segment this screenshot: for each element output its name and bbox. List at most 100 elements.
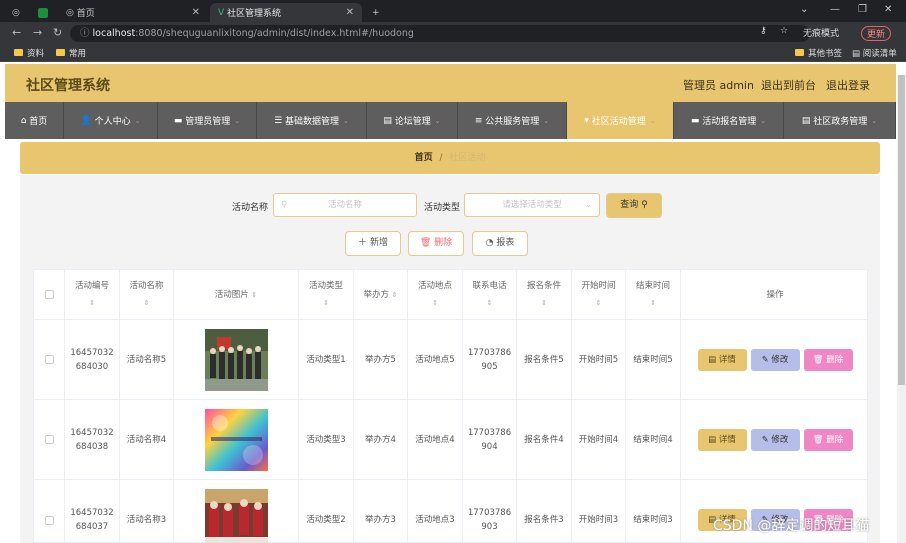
trash-icon: 🗑 (812, 354, 824, 365)
menu-item-home[interactable]: ⌂ 首页 (5, 102, 64, 139)
sort-icon[interactable]: ⇕ (251, 291, 257, 299)
menu-item-activity[interactable]: ▾ 社区活动管理 ⌄ (567, 102, 674, 139)
activity-photo[interactable] (204, 328, 268, 391)
key-icon[interactable]: ⚷ (760, 26, 767, 36)
cell-text: 活动类型2 (306, 515, 346, 525)
col-type[interactable]: 活动类型 ⇕ (299, 270, 354, 319)
url-field[interactable]: ⓘ localhost:8080/shequguanlixitong/admin… (70, 25, 810, 42)
other-bookmarks[interactable]: 其他书签 (795, 47, 842, 59)
col-name[interactable]: 活动名称 ⇕ (120, 270, 174, 319)
menu-item-profile[interactable]: 👤 个人中心 ⌄ (64, 102, 158, 139)
col-id[interactable]: 活动编号 ⇕ (65, 270, 120, 319)
col-end[interactable]: 结束时间 ⇕ (626, 270, 681, 319)
menu-item-affairs[interactable]: ▤ 社区政务管理 ⌄ (784, 102, 896, 139)
detail-button[interactable]: ▤ 详情 (697, 348, 747, 371)
sort-icon[interactable]: ⇕ (144, 296, 150, 310)
row-delete-button[interactable]: 🗑 删除 (803, 348, 853, 371)
sort-icon[interactable]: ⇕ (650, 296, 656, 310)
menu-item-public-service[interactable]: ≡ 公共服务管理 ⌄ (458, 102, 567, 139)
menu-item-base-data[interactable]: ☰ 基础数据管理 ⌄ (257, 102, 367, 139)
bookmark-folder-1[interactable]: 资料 (14, 47, 44, 59)
edit-button[interactable]: ✎ 修改 (750, 348, 800, 371)
col-label: 活动类型 (308, 281, 343, 291)
exit-to-front-link[interactable]: 退出到前台 (761, 77, 816, 93)
activity-name-input[interactable]: ⚲ 活动名称 (273, 193, 417, 217)
sort-icon[interactable]: ⇕ (487, 296, 493, 310)
chrome-icon[interactable]: ◎ (4, 3, 26, 22)
cell-text: 举办方3 (365, 515, 396, 525)
checkbox[interactable] (44, 435, 54, 444)
update-button[interactable]: 更新 (861, 26, 892, 41)
restore-icon[interactable]: ❐ (858, 4, 867, 15)
back-icon[interactable]: ← (12, 26, 21, 39)
menu-item-signup[interactable]: ▬ 活动报名管理 ⌄ (674, 102, 784, 139)
delete-button[interactable]: 🗑 删除 (408, 231, 464, 256)
sheets-icon[interactable] (30, 3, 56, 22)
sort-icon[interactable]: ⇕ (541, 296, 547, 310)
menu-item-admin[interactable]: ▬ 管理员管理 ⌄ (158, 102, 257, 139)
incognito-label[interactable]: 无痕模式 (803, 26, 839, 39)
detail-button[interactable]: ▤ 详情 (697, 428, 747, 451)
doc-icon: ▤ (801, 115, 814, 126)
row-checkbox[interactable] (34, 480, 65, 543)
close-window-icon[interactable]: ✕ (884, 4, 892, 15)
detail-label: 详情 (718, 434, 736, 445)
chevron-down-icon[interactable]: ⌄ (800, 4, 808, 15)
chevron-down-icon: ⌄ (543, 116, 550, 125)
admin-user[interactable]: 管理员 admin (683, 77, 754, 93)
sort-icon[interactable]: ⇕ (323, 296, 329, 310)
reload-icon[interactable]: ↻ (53, 26, 62, 39)
close-icon[interactable]: ✕ (192, 7, 200, 18)
tab-home[interactable]: ◎ 首页 ✕ (58, 3, 208, 22)
checkbox[interactable] (44, 515, 54, 525)
activity-photo[interactable] (204, 489, 268, 543)
edit-button[interactable]: ✎ 修改 (750, 428, 800, 451)
close-icon[interactable]: ✕ (346, 7, 354, 18)
cell-id: 16457032 684030 (65, 320, 120, 399)
row-delete-button[interactable]: 🗑 删除 (803, 428, 853, 451)
cell-host: 举办方5 (354, 320, 408, 399)
chevron-down-icon: ⌄ (343, 116, 349, 125)
menu-label: 个人中心 (94, 117, 131, 127)
cell-text: 活动地点5 (415, 354, 455, 365)
col-cond[interactable]: 报名条件 ⇕ (517, 270, 572, 319)
add-button[interactable]: ＋ 新增 (345, 231, 401, 256)
breadcrumb-home[interactable]: 首页 (415, 153, 433, 163)
tab-app[interactable]: V 社区管理系统 ✕ (210, 3, 362, 22)
query-button[interactable]: 查询 ⚲ (606, 193, 662, 218)
activity-photo[interactable] (204, 408, 268, 471)
sort-icon[interactable]: ⇕ (89, 296, 95, 310)
menu-label: 管理员管理 (185, 117, 231, 127)
scrollbar-thumb[interactable] (898, 75, 905, 385)
checkbox[interactable] (44, 290, 54, 299)
star-icon[interactable]: ☆ (780, 26, 788, 36)
chart-icon: ◔ (485, 238, 494, 248)
cell-text: 活动名称5 (126, 354, 167, 365)
sort-icon[interactable]: ⇕ (432, 296, 438, 310)
bookmark-folder-2[interactable]: 常用 (56, 47, 86, 59)
col-place[interactable]: 活动地点 ⇕ (408, 270, 463, 319)
reading-list[interactable]: ▤ 阅读清单 (852, 47, 897, 59)
checkbox[interactable] (44, 355, 54, 364)
col-host[interactable]: 举办方 ⇕ (354, 270, 408, 319)
page-scrollbar[interactable] (897, 75, 906, 543)
menu-item-forum[interactable]: ▤ 论坛管理 ⌄ (367, 102, 458, 139)
select-all-checkbox[interactable] (34, 270, 65, 319)
cell-text: 17703786 (467, 427, 512, 438)
folder-icon (14, 49, 23, 56)
forward-icon[interactable]: → (33, 26, 42, 39)
row-checkbox[interactable] (34, 400, 65, 479)
new-tab-button[interactable]: + (364, 3, 388, 22)
table-header: 活动编号 ⇕ 活动名称 ⇕ 活动图片 ⇕ 活动类型 ⇕ 举办方 ⇕ 活动地点 ⇕ 联系电… (34, 270, 869, 320)
col-start[interactable]: 开始时间 ⇕ (572, 270, 626, 319)
report-button[interactable]: ◔ 报表 (472, 231, 528, 256)
sort-icon[interactable]: ⇕ (392, 291, 398, 299)
col-image[interactable]: 活动图片 ⇕ (174, 270, 299, 319)
sort-icon[interactable]: ⇕ (596, 296, 602, 310)
search-icon: ⚲ (281, 200, 288, 210)
logout-link[interactable]: 退出登录 (826, 77, 870, 93)
minimize-icon[interactable]: — (830, 4, 840, 15)
activity-type-select[interactable]: 请选择活动类型 ⌄ (464, 193, 600, 217)
row-checkbox[interactable] (34, 320, 65, 399)
col-phone[interactable]: 联系电话 ⇕ (463, 270, 517, 319)
